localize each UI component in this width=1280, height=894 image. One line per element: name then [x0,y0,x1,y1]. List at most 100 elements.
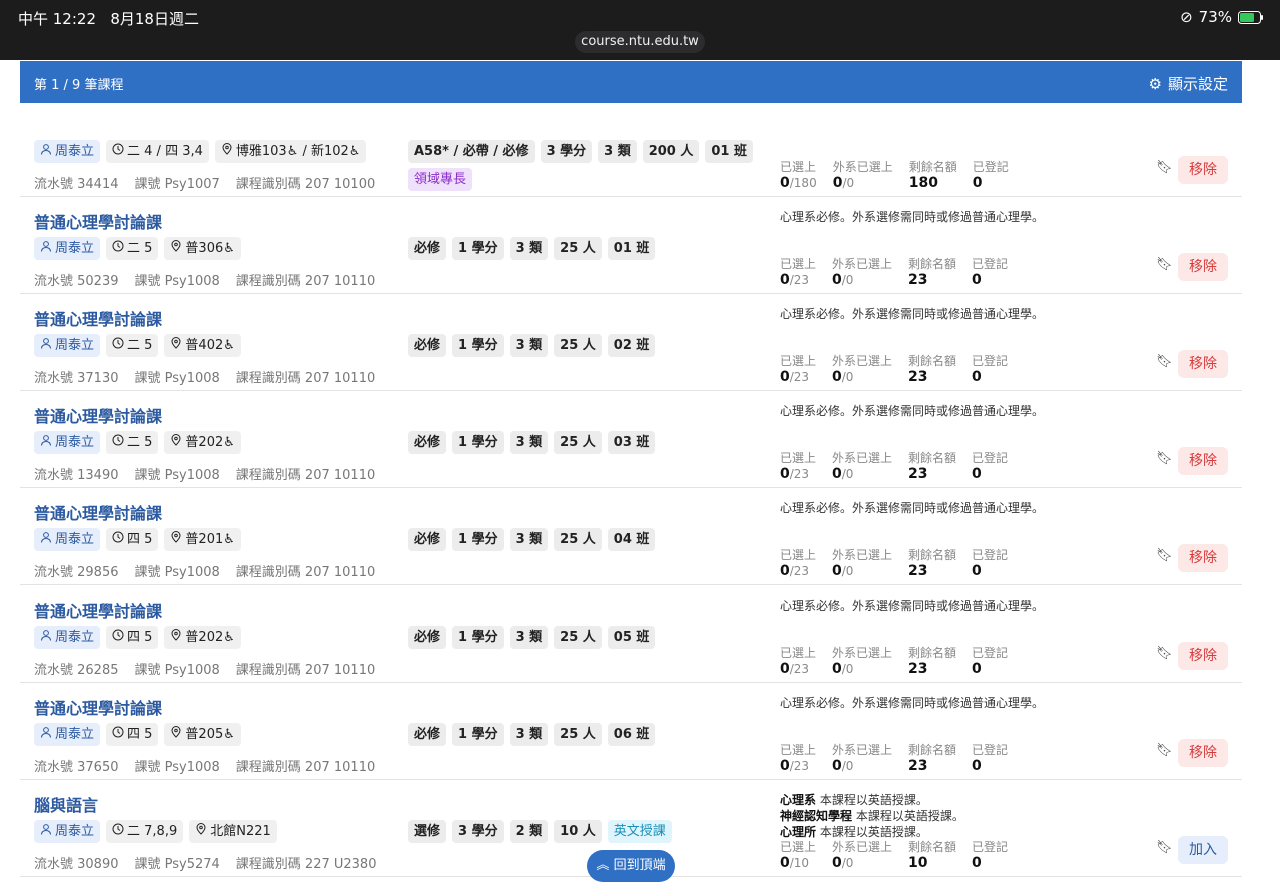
link-icon: ⊘ [1180,8,1193,26]
course-tag: 25 人 [554,723,602,746]
teacher-chip[interactable]: 周泰立 [34,334,101,357]
time-chip: 二 5 [106,431,159,454]
remove-course-button[interactable]: 移除 [1178,156,1228,184]
clock-icon [112,723,124,746]
display-settings-button[interactable]: ⚙ 顯示設定 [1149,73,1228,94]
course-number: 課號 Psy1008 [134,565,220,580]
remaining-count: 23 [908,272,928,288]
course-name[interactable]: 普通心理學討論課 [34,209,162,233]
selected-count: 0/23 [780,661,810,677]
selected-count: 0/23 [780,758,810,774]
course-ids: 流水號 30890 課號 Psy5274 課程識別碼 227 U2380 [34,853,376,872]
bookmark-icon[interactable]: 🔖︎ [1156,646,1173,661]
time-chip: 二 4 / 四 3,4 [106,140,209,163]
bookmark-icon[interactable]: 🔖︎ [1156,257,1173,272]
other-dept-count: 0/0 [832,175,855,191]
bookmark-icon[interactable]: 🔖︎ [1156,160,1173,175]
course-name[interactable]: 普通心理學討論課 [34,306,162,330]
clock-icon [112,820,124,843]
course-tags: 必修 1 學分 3 類 25 人 06 班 [408,723,656,746]
course-tag: 3 學分 [540,140,593,163]
location-icon [170,528,182,551]
course-name[interactable]: 普通心理學討論課 [34,403,162,427]
remaining-count: 23 [908,661,928,677]
course-tags: 必修 1 學分 3 類 25 人 02 班 [408,334,656,357]
teacher-chip[interactable]: 周泰立 [34,431,101,454]
bookmark-icon[interactable]: 🔖︎ [1156,743,1173,758]
course-name[interactable]: 普通心理學討論課 [34,500,162,524]
room-chip[interactable]: 普202♿ [164,431,241,454]
course-number: 課號 Psy1008 [134,468,220,483]
time-chip: 二 7,8,9 [106,820,184,843]
time-chip: 四 5 [106,528,159,551]
teacher-chip[interactable]: 周泰立 [34,626,101,649]
remove-course-button[interactable]: 移除 [1178,642,1228,670]
gear-icon: ⚙ [1148,74,1162,93]
teacher-chip[interactable]: 周泰立 [34,140,101,163]
teacher-chip[interactable]: 周泰立 [34,723,101,746]
location-icon [195,820,207,843]
course-tag: 3 類 [509,528,549,551]
person-icon [40,528,52,551]
room-chip[interactable]: 普202♿ [164,626,241,649]
enrollment-stats: 已選上 0/23 外系已選上 0/0 剩餘名額 23 已登記 0 [780,257,1009,288]
course-name[interactable]: 腦與語言 [34,792,98,816]
course-tags: 必修 1 學分 3 類 25 人 05 班 [408,626,656,649]
back-to-top-button[interactable]: ︽ 回到頂端 [587,850,675,882]
location-icon [170,237,182,260]
registered-count: 0 [972,758,982,774]
list-header: 第 1 / 9 筆課程 ⚙ 顯示設定 [20,61,1242,103]
teacher-chip[interactable]: 周泰立 [34,820,101,843]
selected-count: 0/23 [780,563,810,579]
course-tag: 選修 [408,820,447,843]
course-row: 普通心理學討論課 周泰立 二 5 普202♿ 流水號 13490 課號 Psy1… [20,391,1242,488]
location-icon [170,431,182,454]
course-row: 普通心理學討論課 周泰立 二 5 普402♿ 流水號 37130 課號 Psy1… [20,294,1242,391]
clock-icon [112,626,124,649]
course-tag: 01 班 [607,237,656,260]
course-tag: 1 學分 [452,626,504,649]
enrollment-stats: 已選上 0/23 外系已選上 0/0 剩餘名額 23 已登記 0 [780,743,1009,774]
status-right: ⊘ 73% [1180,8,1264,26]
url-bar[interactable]: course.ntu.edu.tw [575,31,705,53]
bookmark-icon[interactable]: 🔖︎ [1156,548,1173,563]
location-icon [170,334,182,357]
course-name[interactable]: 普通心理學討論課 [34,695,162,719]
teacher-chip[interactable]: 周泰立 [34,528,101,551]
add-course-button[interactable]: 加入 [1178,836,1228,864]
registered-count: 0 [972,466,982,482]
course-tag: 200 人 [642,140,700,163]
course-tag: 3 類 [509,237,549,260]
room-chip[interactable]: 普205♿ [164,723,241,746]
serial-number: 流水號 34414 [34,177,119,192]
teacher-chip[interactable]: 周泰立 [34,237,101,260]
room-chip[interactable]: 北館N221 [189,820,277,843]
course-tags: 必修 1 學分 3 類 25 人 01 班 [408,237,656,260]
course-name[interactable]: 普通心理學討論課 [34,598,162,622]
bookmark-icon[interactable]: 🔖︎ [1156,840,1173,855]
other-dept-count: 0/0 [832,563,854,579]
room-chip[interactable]: 普402♿ [164,334,241,357]
remove-course-button[interactable]: 移除 [1178,447,1228,475]
bookmark-icon[interactable]: 🔖︎ [1156,354,1173,369]
room-chip[interactable]: 普306♿ [164,237,241,260]
course-tag: 3 類 [509,334,549,357]
room-chip[interactable]: 博雅103♿ / 新102♿ [214,140,367,163]
clock-icon [112,334,124,357]
course-note: 心理系 本課程以英語授課。 神經認知學程 本課程以英語授課。 心理所 本課程以英語授… [780,793,964,839]
remove-course-button[interactable]: 移除 [1178,350,1228,378]
time-chip: 二 5 [106,237,159,260]
course-note: 心理系必修。外系選修需同時或修過普通心理學。 [780,501,1045,515]
bookmark-icon[interactable]: 🔖︎ [1156,451,1173,466]
remove-course-button[interactable]: 移除 [1178,739,1228,767]
remove-course-button[interactable]: 移除 [1178,544,1228,572]
location-icon [170,723,182,746]
course-number: 課號 Psy1008 [134,371,220,386]
enrollment-stats: 已選上 0/10 外系已選上 0/0 剩餘名額 10 已登記 0 [780,840,1009,871]
course-number: 課號 Psy5274 [134,857,220,872]
room-chip[interactable]: 普201♿ [164,528,241,551]
serial-number: 流水號 29856 [34,565,119,580]
domain-specialty-tag: 領域專長 [408,168,473,191]
remove-course-button[interactable]: 移除 [1178,253,1228,281]
course-number: 課號 Psy1008 [134,274,220,289]
